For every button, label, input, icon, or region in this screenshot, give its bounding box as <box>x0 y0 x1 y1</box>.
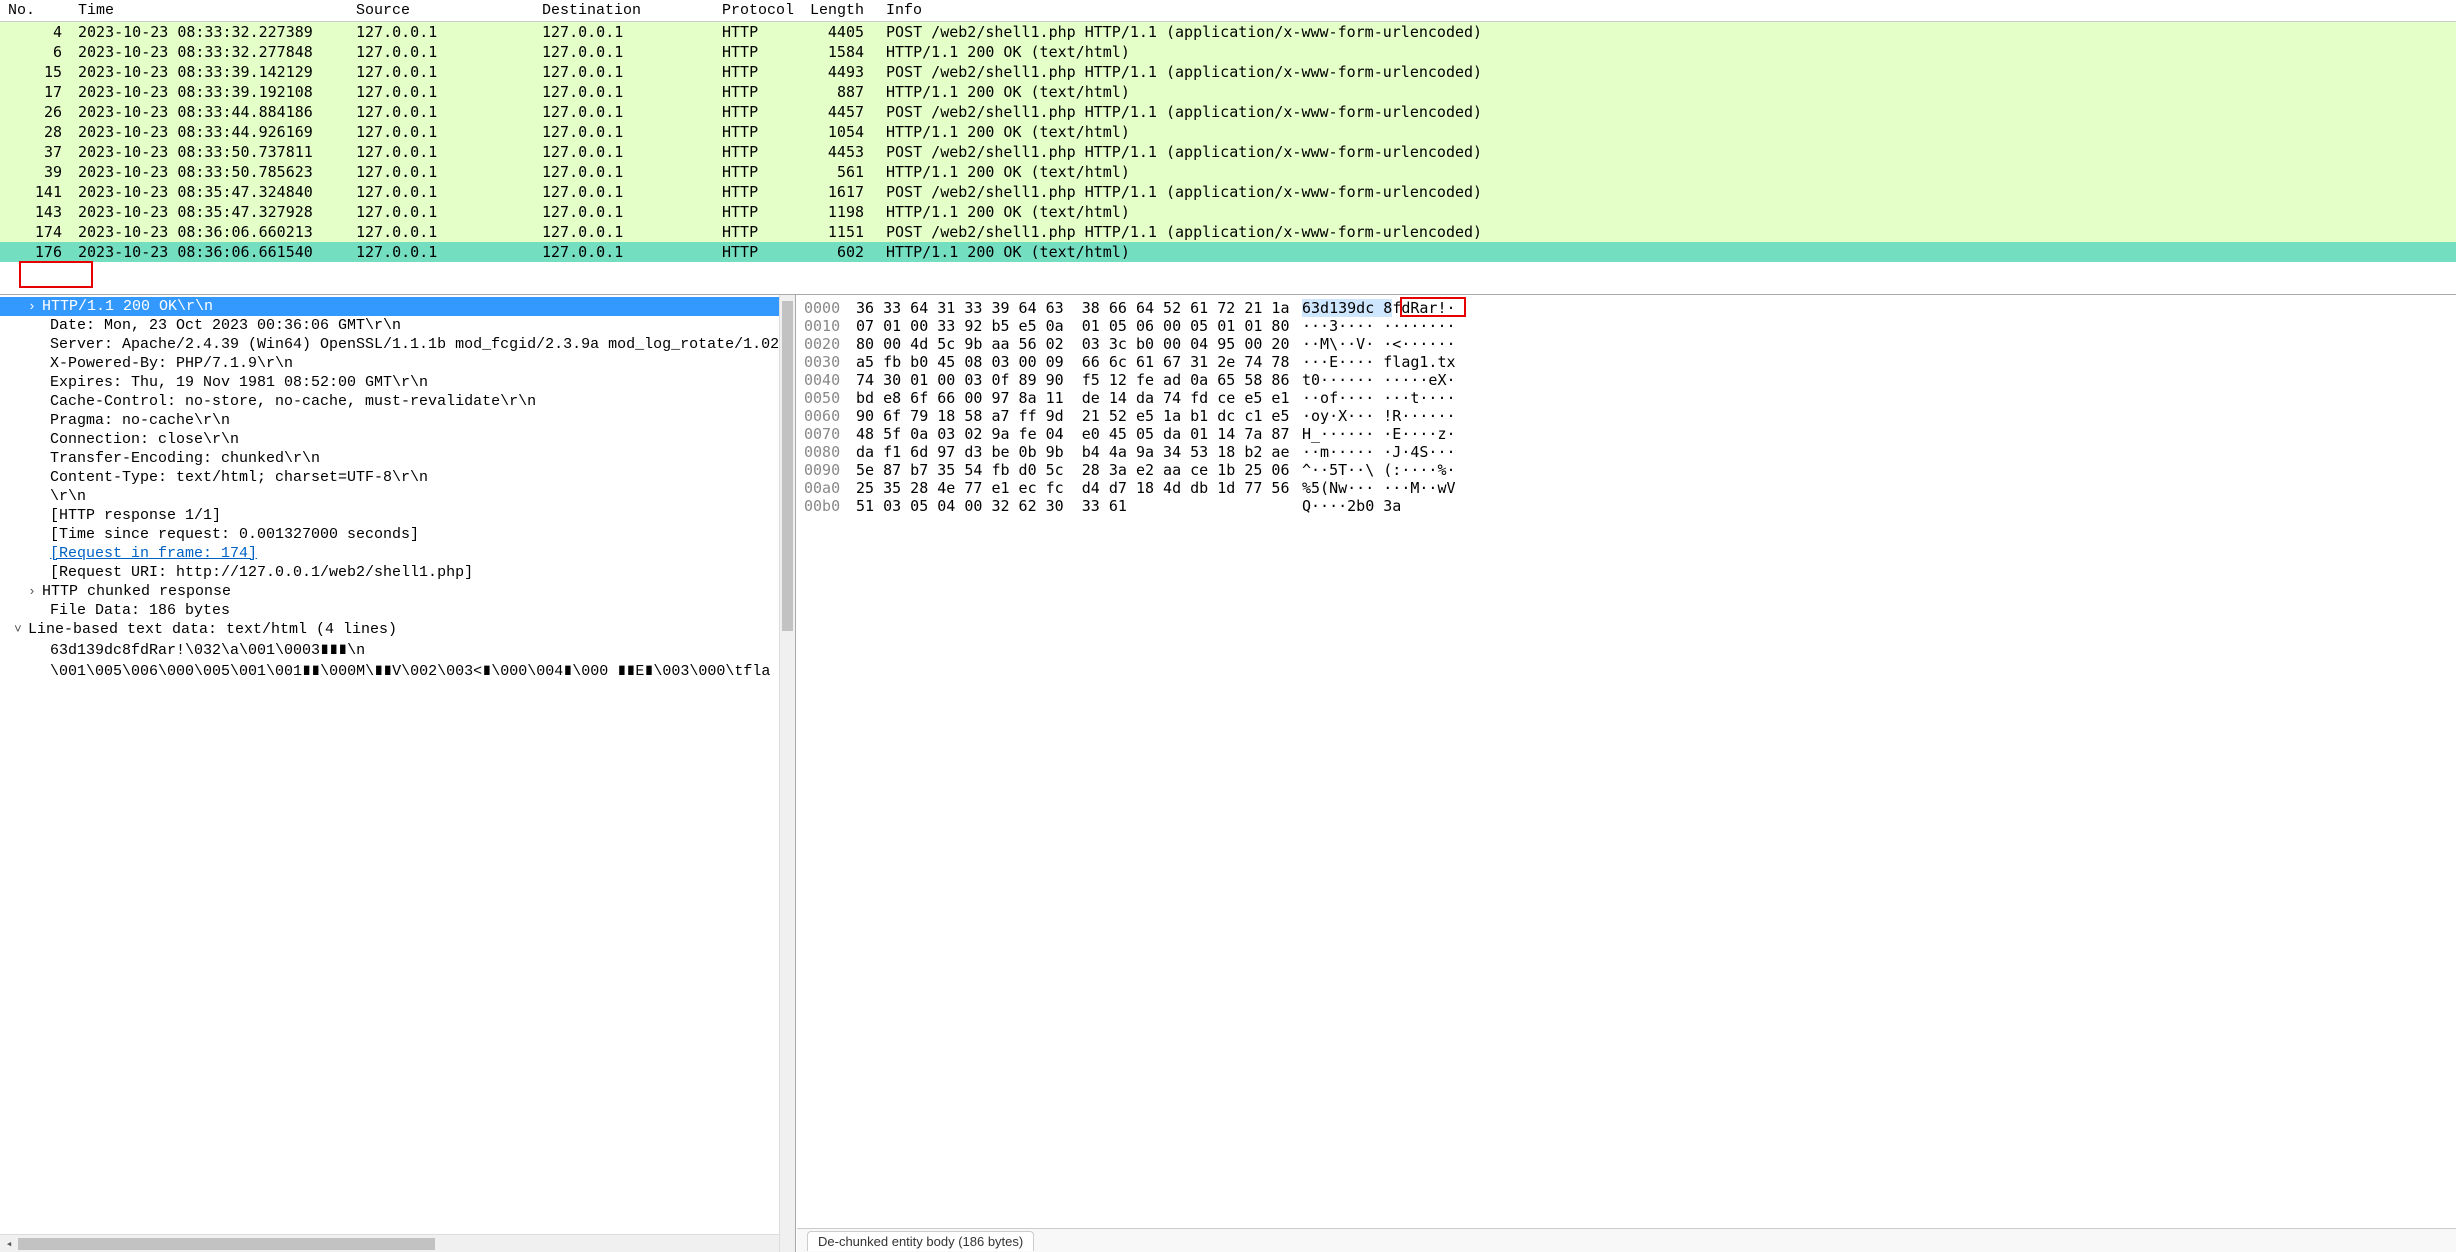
detail-line[interactable]: HTTP chunked response <box>0 582 795 601</box>
hex-ascii: H_······ ·E····z· <box>1302 425 1456 443</box>
detail-line[interactable]: X-Powered-By: PHP/7.1.9\r\n <box>0 354 795 373</box>
hex-row[interactable]: 001007 01 00 33 92 b5 e5 0a 01 05 06 00 … <box>804 317 2448 335</box>
details-hscrollbar[interactable]: ◂ ▸ <box>0 1234 795 1252</box>
hex-row[interactable]: 004074 30 01 00 03 0f 89 90 f5 12 fe ad … <box>804 371 2448 389</box>
hex-row[interactable]: 0030a5 fb b0 45 08 03 00 09 66 6c 61 67 … <box>804 353 2448 371</box>
hex-bytes: 51 03 05 04 00 32 62 30 33 61 <box>856 497 1302 515</box>
hex-ascii: ^··5T··\ (:····%· <box>1302 461 1456 479</box>
hex-row[interactable]: 000036 33 64 31 33 39 64 63 38 66 64 52 … <box>804 299 2448 317</box>
scroll-left-icon[interactable]: ◂ <box>0 1235 18 1252</box>
bytes-tab-bar[interactable]: De-chunked entity body (186 bytes) <box>797 1228 2456 1252</box>
packet-row[interactable]: 1742023-10-23 08:36:06.660213127.0.0.112… <box>0 222 2456 242</box>
detail-line[interactable]: \001\005\006\000\005\001\001∎∎\000M\∎∎V\… <box>0 660 795 681</box>
detail-line[interactable]: Connection: close\r\n <box>0 430 795 449</box>
packet-row[interactable]: 262023-10-23 08:33:44.884186127.0.0.1127… <box>0 102 2456 122</box>
detail-line[interactable]: Cache-Control: no-store, no-cache, must-… <box>0 392 795 411</box>
col-destination[interactable]: Destination <box>534 0 714 22</box>
detail-line[interactable]: Expires: Thu, 19 Nov 1981 08:52:00 GMT\r… <box>0 373 795 392</box>
hex-ascii: ··m····· ·J·4S··· <box>1302 443 1456 461</box>
hex-ascii: 63d139dc 8fdRar!· <box>1302 299 1456 317</box>
packet-row[interactable]: 172023-10-23 08:33:39.192108127.0.0.1127… <box>0 82 2456 102</box>
hex-offset: 0080 <box>804 443 856 461</box>
hex-offset: 0090 <box>804 461 856 479</box>
hex-offset: 0050 <box>804 389 856 407</box>
col-source[interactable]: Source <box>348 0 534 22</box>
packet-row[interactable]: 372023-10-23 08:33:50.737811127.0.0.1127… <box>0 142 2456 162</box>
packet-row[interactable]: 1432023-10-23 08:35:47.327928127.0.0.112… <box>0 202 2456 222</box>
detail-line[interactable]: Date: Mon, 23 Oct 2023 00:36:06 GMT\r\n <box>0 316 795 335</box>
hex-bytes: 48 5f 0a 03 02 9a fe 04 e0 45 05 da 01 1… <box>856 425 1302 443</box>
hex-ascii: Q····2b0 3a <box>1302 497 1401 515</box>
detail-line[interactable]: [Request in frame: 174] <box>0 544 795 563</box>
hex-ascii: ···3···· ········ <box>1302 317 1456 335</box>
col-protocol[interactable]: Protocol <box>714 0 802 22</box>
detail-line[interactable]: [Time since request: 0.001327000 seconds… <box>0 525 795 544</box>
packet-list-header[interactable]: No. Time Source Destination Protocol Len… <box>0 0 2456 22</box>
hex-bytes: 36 33 64 31 33 39 64 63 38 66 64 52 61 7… <box>856 299 1302 317</box>
detail-line[interactable]: Line-based text data: text/html (4 lines… <box>0 620 795 639</box>
hex-offset: 0030 <box>804 353 856 371</box>
hex-row[interactable]: 007048 5f 0a 03 02 9a fe 04 e0 45 05 da … <box>804 425 2448 443</box>
hex-offset: 00b0 <box>804 497 856 515</box>
hex-bytes: 5e 87 b7 35 54 fb d0 5c 28 3a e2 aa ce 1… <box>856 461 1302 479</box>
hex-bytes: 07 01 00 33 92 b5 e5 0a 01 05 06 00 05 0… <box>856 317 1302 335</box>
hex-ascii: t0······ ·····eX· <box>1302 371 1456 389</box>
packet-row[interactable]: 392023-10-23 08:33:50.785623127.0.0.1127… <box>0 162 2456 182</box>
detail-line[interactable]: [Request URI: http://127.0.0.1/web2/shel… <box>0 563 795 582</box>
hex-offset: 0020 <box>804 335 856 353</box>
detail-line[interactable]: Content-Type: text/html; charset=UTF-8\r… <box>0 468 795 487</box>
annotation-box <box>19 261 93 288</box>
tab-dechunked[interactable]: De-chunked entity body (186 bytes) <box>807 1231 1034 1251</box>
col-no[interactable]: No. <box>0 0 70 22</box>
packet-details-pane[interactable]: HTTP/1.1 200 OK\r\nDate: Mon, 23 Oct 202… <box>0 295 796 1252</box>
packet-row[interactable]: 1762023-10-23 08:36:06.661540127.0.0.112… <box>0 242 2456 262</box>
hex-bytes: a5 fb b0 45 08 03 00 09 66 6c 61 67 31 2… <box>856 353 1302 371</box>
hex-ascii: ··of···· ···t···· <box>1302 389 1456 407</box>
hex-row[interactable]: 0050bd e8 6f 66 00 97 8a 11 de 14 da 74 … <box>804 389 2448 407</box>
hex-row[interactable]: 00a025 35 28 4e 77 e1 ec fc d4 d7 18 4d … <box>804 479 2448 497</box>
packet-list[interactable]: No. Time Source Destination Protocol Len… <box>0 0 2456 262</box>
packet-row[interactable]: 282023-10-23 08:33:44.926169127.0.0.1127… <box>0 122 2456 142</box>
detail-line[interactable]: [HTTP response 1/1] <box>0 506 795 525</box>
hex-bytes: da f1 6d 97 d3 be 0b 9b b4 4a 9a 34 53 1… <box>856 443 1302 461</box>
hex-offset: 0010 <box>804 317 856 335</box>
hex-row[interactable]: 0080da f1 6d 97 d3 be 0b 9b b4 4a 9a 34 … <box>804 443 2448 461</box>
hex-dump-pane[interactable]: 000036 33 64 31 33 39 64 63 38 66 64 52 … <box>796 295 2456 1252</box>
hex-bytes: bd e8 6f 66 00 97 8a 11 de 14 da 74 fd c… <box>856 389 1302 407</box>
hex-offset: 0070 <box>804 425 856 443</box>
hex-bytes: 74 30 01 00 03 0f 89 90 f5 12 fe ad 0a 6… <box>856 371 1302 389</box>
hex-offset: 00a0 <box>804 479 856 497</box>
hex-offset: 0040 <box>804 371 856 389</box>
hex-row[interactable]: 002080 00 4d 5c 9b aa 56 02 03 3c b0 00 … <box>804 335 2448 353</box>
col-length[interactable]: Length <box>802 0 878 22</box>
packet-row[interactable]: 62023-10-23 08:33:32.277848127.0.0.1127.… <box>0 42 2456 62</box>
hex-row[interactable]: 006090 6f 79 18 58 a7 ff 9d 21 52 e5 1a … <box>804 407 2448 425</box>
hex-offset: 0000 <box>804 299 856 317</box>
detail-line[interactable]: Server: Apache/2.4.39 (Win64) OpenSSL/1.… <box>0 335 795 354</box>
hex-ascii: ···E···· flag1.tx <box>1302 353 1456 371</box>
hex-ascii: ·oy·X··· !R······ <box>1302 407 1456 425</box>
packet-row[interactable]: 152023-10-23 08:33:39.142129127.0.0.1127… <box>0 62 2456 82</box>
col-time[interactable]: Time <box>70 0 348 22</box>
detail-line[interactable]: Pragma: no-cache\r\n <box>0 411 795 430</box>
details-vscrollbar[interactable] <box>779 295 795 1252</box>
hex-bytes: 80 00 4d 5c 9b aa 56 02 03 3c b0 00 04 9… <box>856 335 1302 353</box>
packet-row[interactable]: 42023-10-23 08:33:32.227389127.0.0.1127.… <box>0 22 2456 43</box>
hex-offset: 0060 <box>804 407 856 425</box>
detail-line[interactable]: \r\n <box>0 487 795 506</box>
detail-line[interactable]: 63d139dc8fdRar!\032\a\001\0003∎∎∎\n <box>0 639 795 660</box>
hex-bytes: 90 6f 79 18 58 a7 ff 9d 21 52 e5 1a b1 d… <box>856 407 1302 425</box>
detail-line[interactable]: HTTP/1.1 200 OK\r\n <box>0 297 795 316</box>
hex-ascii: ··M\··V· ·<······ <box>1302 335 1456 353</box>
hex-ascii: %5(Nw··· ···M··wV <box>1302 479 1456 497</box>
detail-line[interactable]: Transfer-Encoding: chunked\r\n <box>0 449 795 468</box>
packet-row[interactable]: 1412023-10-23 08:35:47.324840127.0.0.112… <box>0 182 2456 202</box>
request-frame-link[interactable]: [Request in frame: 174] <box>50 545 257 562</box>
col-info[interactable]: Info <box>878 0 2456 22</box>
hex-bytes: 25 35 28 4e 77 e1 ec fc d4 d7 18 4d db 1… <box>856 479 1302 497</box>
hex-row[interactable]: 00905e 87 b7 35 54 fb d0 5c 28 3a e2 aa … <box>804 461 2448 479</box>
detail-line[interactable]: File Data: 186 bytes <box>0 601 795 620</box>
hex-row[interactable]: 00b051 03 05 04 00 32 62 30 33 61Q····2b… <box>804 497 2448 515</box>
